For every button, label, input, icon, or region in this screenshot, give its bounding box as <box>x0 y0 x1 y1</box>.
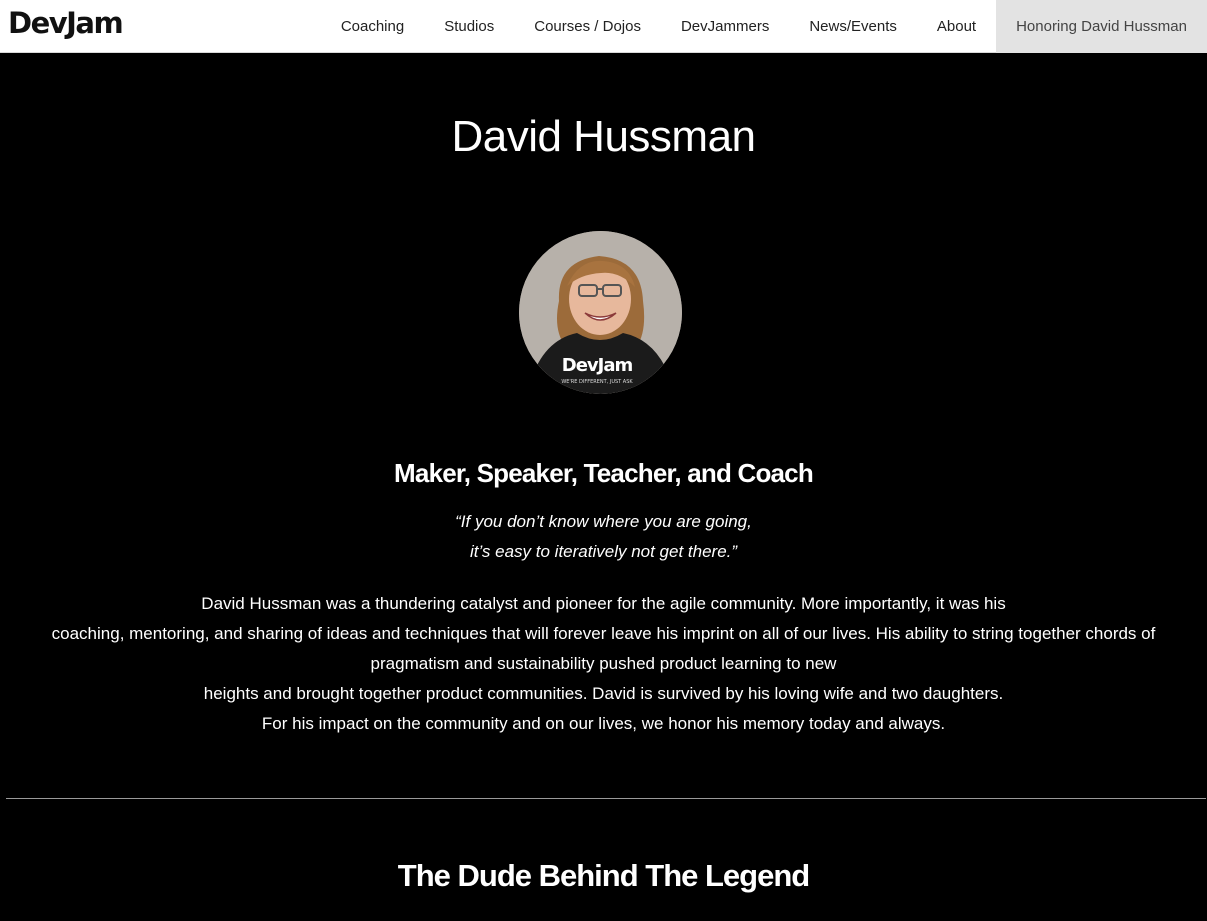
nav-item-devjammers[interactable]: DevJammers <box>661 0 789 53</box>
quote-line-1: “If you don’t know where you are going, <box>455 512 752 531</box>
subtitle: Maker, Speaker, Teacher, and Coach <box>394 458 814 488</box>
bio-line-4: heights and brought together product com… <box>203 684 1004 703</box>
section-title: The Dude Behind The Legend <box>397 858 810 893</box>
bio-line-5: For his impact on the community and on o… <box>261 714 946 733</box>
page-title: David Hussman <box>451 112 756 161</box>
nav-item-news-events[interactable]: News/Events <box>789 0 917 53</box>
nav-item-courses-dojos[interactable]: Courses / Dojos <box>514 0 661 53</box>
devjam-logo[interactable]: DevJam <box>8 6 124 40</box>
section-divider <box>6 798 1206 799</box>
bio-line-2: coaching, mentoring, and sharing of idea… <box>51 624 1156 643</box>
nav-item-studios[interactable]: Studios <box>424 0 514 53</box>
quote: “If you don’t know where you are going, … <box>0 507 1207 567</box>
bio-line-3: pragmatism and sustainability pushed pro… <box>370 654 837 673</box>
nav-item-about[interactable]: About <box>917 0 996 53</box>
main-nav: Coaching Studios Courses / Dojos DevJamm… <box>321 0 1207 53</box>
portrait-photo: DevJam WE'RE DIFFERENT, JUST ASK <box>519 231 682 394</box>
avatar: DevJam WE'RE DIFFERENT, JUST ASK <box>519 231 682 394</box>
bio-paragraph: David Hussman was a thundering catalyst … <box>20 589 1187 739</box>
quote-line-2: it’s easy to iteratively not get there.” <box>469 542 738 561</box>
shirt-tagline-text: WE'RE DIFFERENT, JUST ASK <box>561 379 633 385</box>
nav-item-coaching[interactable]: Coaching <box>321 0 424 53</box>
page-content: David Hussman DevJam WE'RE DIFFERENT, JU… <box>0 53 1207 921</box>
shirt-logo-text: DevJam <box>562 355 633 376</box>
bio-line-1: David Hussman was a thundering catalyst … <box>201 594 1006 613</box>
nav-item-honoring-david-hussman[interactable]: Honoring David Hussman <box>996 0 1207 53</box>
top-navbar: DevJam Coaching Studios Courses / Dojos … <box>0 0 1207 53</box>
